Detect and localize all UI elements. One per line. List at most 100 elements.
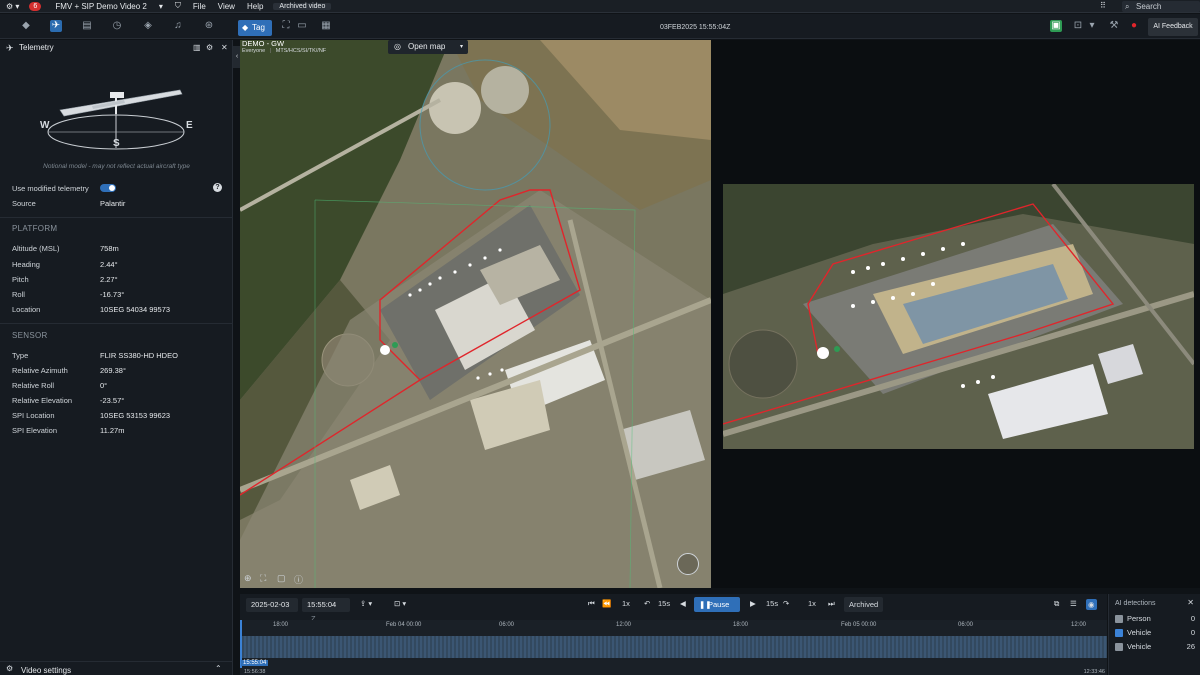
frame-forward-icon[interactable]: ▶ (750, 599, 756, 608)
detection-row[interactable]: Vehicle 0 (1115, 628, 1195, 638)
monitor-icon[interactable]: ▭ (296, 20, 308, 32)
pitch-label: Pitch (12, 275, 29, 284)
alert-count-badge[interactable]: 6 (29, 1, 42, 11)
timeline-tick-label: 06:00 (958, 622, 974, 628)
info-icon[interactable]: ⓘ (294, 573, 303, 586)
sliders-icon[interactable]: ☰ (1070, 599, 1077, 608)
altitude-label: Altitude (MSL) (12, 244, 60, 253)
timeline-tick-label: 12:00 (1071, 622, 1087, 628)
capture-icon[interactable]: ⊡ (1072, 20, 1084, 32)
ai-detections-title: AI detections (1115, 600, 1156, 607)
video-title-overlay: DEMO - GW Everyone | MTS/HCS/SI/TK//NF (242, 40, 327, 54)
relative-azimuth-value: 269.38° (100, 366, 126, 375)
pitch-value: 2.27° (100, 275, 118, 284)
tag-list-icon[interactable]: ◆ (20, 20, 32, 32)
timeline-cursor-label: 15:55:04 (241, 660, 269, 666)
spi-location-value: 10SEG 53153 99623 (100, 411, 171, 420)
pip-icon[interactable]: ⧉ (1054, 599, 1059, 609)
visibility-label: Everyone (242, 48, 266, 54)
globe-icon: ◎ (394, 42, 401, 51)
model-disclaimer: Notional model - may not reflect actual … (43, 163, 190, 170)
speed-left[interactable]: 1x (622, 599, 630, 608)
detection-row[interactable]: Vehicle 26 (1115, 642, 1195, 652)
menu-file[interactable]: File (187, 2, 212, 11)
sensor-type-value: FLIR SS380-HD HDEO (100, 351, 178, 360)
spi-elevation-label: SPI Elevation (12, 426, 58, 435)
bell-icon[interactable]: ♫ (172, 20, 184, 32)
menu-view[interactable]: View (212, 2, 241, 11)
person-icon (1115, 615, 1123, 623)
menu-help[interactable]: Help (241, 2, 269, 11)
panel-columns-icon[interactable]: ▥ (193, 43, 201, 52)
film-icon[interactable]: ▤ (81, 20, 93, 32)
source-label: Source (12, 199, 36, 208)
video-settings-icon: ⚙ (6, 664, 14, 673)
help-icon[interactable]: ? (213, 183, 222, 192)
time-value: 15:55:04 (307, 600, 337, 609)
timeline-start-label: 15:56:38 (244, 669, 266, 675)
heading-label: Heading (12, 260, 40, 269)
tag-button[interactable]: ◆ Tag (238, 20, 272, 36)
settings-icon[interactable]: ⊛ (203, 20, 215, 32)
skip-to-start-icon[interactable]: ⏮ (588, 599, 595, 609)
record-icon[interactable]: ● (1128, 20, 1140, 32)
detection-count: 26 (1186, 642, 1195, 651)
heading-value: 2.44° (100, 260, 118, 269)
expand-chevron-icon[interactable]: ⌃ (215, 664, 222, 673)
archived-video-badge: Archived video (273, 2, 332, 10)
layers-icon[interactable]: ◈ (142, 20, 154, 32)
open-map-button[interactable]: ◎ Open map ▾ (388, 40, 468, 54)
skip-forward-label[interactable]: 15s (766, 599, 778, 608)
export-icon[interactable]: ⇪ ▾ (360, 599, 372, 608)
time-input[interactable]: 15:55:04 Z (302, 598, 350, 623)
step-back-icon[interactable]: ⏪ (602, 599, 611, 608)
ai-detections-toggle-icon[interactable]: ◉ (1086, 599, 1097, 610)
fullscreen-icon[interactable]: ⛶ (280, 20, 292, 32)
sensor-type-label: Type (12, 351, 29, 360)
panel-settings-icon[interactable]: ⚙ (206, 43, 213, 52)
vehicle-icon (1115, 629, 1123, 637)
capture-dropdown-icon[interactable]: ▾ (1086, 20, 1098, 32)
wrench-icon[interactable]: ⚒ (1108, 20, 1120, 32)
ai-panel-close-icon[interactable]: ✕ (1187, 598, 1194, 607)
crosshair-icon[interactable]: ⊕ (244, 573, 252, 584)
ai-feedback-button[interactable]: AI Feedback (1148, 18, 1198, 36)
spi-location-label: SPI Location (12, 411, 55, 420)
use-modified-telemetry-toggle[interactable] (100, 184, 116, 192)
clock-icon[interactable]: ◷ (111, 20, 123, 32)
timeline-coverage-bar[interactable] (240, 636, 1107, 658)
search-icon: ⌕ (1125, 2, 1130, 11)
app-title[interactable]: FMV + SIP Demo Video 2 (49, 2, 153, 11)
aerial-video-frame (240, 40, 711, 588)
video-settings-header[interactable]: Video settings (21, 666, 71, 675)
speed-right[interactable]: 1x (808, 599, 816, 608)
rewind-15-icon[interactable]: ↶ (644, 599, 650, 608)
layout-grid-icon[interactable]: ▦ (320, 20, 332, 32)
spi-elevation-value: 11.27m (100, 426, 125, 435)
relative-elevation-label: Relative Elevation (12, 396, 73, 405)
search-input[interactable]: ⌕ Search (1122, 1, 1200, 12)
map-icon[interactable]: ▢ (277, 573, 286, 584)
aircraft-orientation-model (47, 89, 185, 150)
secondary-video-view[interactable] (723, 184, 1194, 449)
telemetry-tab-icon[interactable]: ✈ (50, 20, 62, 32)
screenshot-icon[interactable]: ⊡ ▾ (394, 599, 406, 608)
model-icon[interactable]: ▣ (1050, 20, 1062, 32)
panel-close-icon[interactable]: ✕ (221, 43, 228, 52)
shield-icon[interactable]: ⛉ (169, 1, 187, 11)
skip-to-end-icon[interactable]: ⏭ (828, 599, 835, 609)
date-input[interactable]: 2025-02-03 (246, 598, 298, 612)
tag-label: Tag (252, 23, 265, 32)
frame-back-icon[interactable]: ◀ (680, 599, 686, 608)
app-title-dropdown-icon[interactable]: ▾ (153, 2, 169, 11)
detection-row[interactable]: Person 0 (1115, 614, 1195, 624)
skip-back-label[interactable]: 15s (658, 599, 670, 608)
sensor-section-title: SENSOR (12, 331, 48, 340)
pause-button[interactable]: ❚❚ Pause (694, 597, 740, 612)
forward-15-icon[interactable]: ↷ (783, 599, 789, 608)
video-view[interactable]: DEMO - GW Everyone | MTS/HCS/SI/TK//NF ◎… (240, 40, 711, 588)
grid-icon[interactable]: ⠿ (1100, 1, 1106, 10)
timeline[interactable]: 18:00 Feb 04 00:00 06:00 12:00 18:00 Feb 05 0… (240, 620, 1107, 675)
app-menu-icon[interactable]: ⚙ ▾ (0, 2, 25, 11)
expand-view-icon[interactable]: ⛶ (260, 573, 266, 584)
